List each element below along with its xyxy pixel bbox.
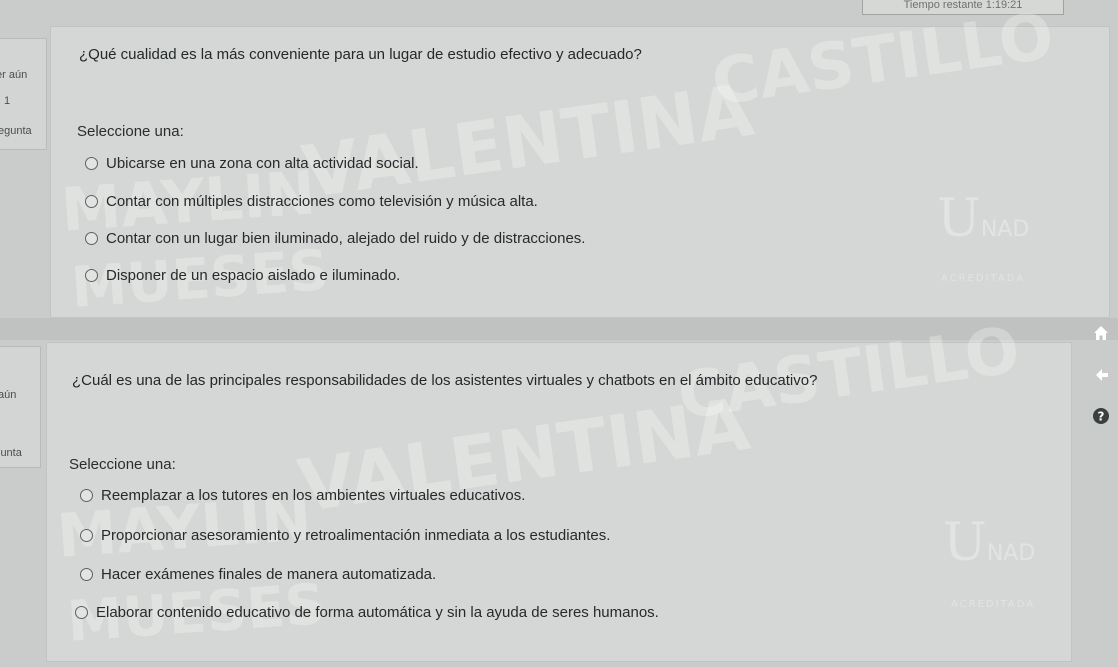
unad-logo: UNAD ACREDITADA — [937, 189, 1030, 284]
answer-option-label: Disponer de un espacio aislado e ilumina… — [106, 267, 401, 284]
answer-option[interactable]: Elaborar contenido educativo de forma au… — [75, 604, 659, 621]
question-label: egunta — [0, 125, 32, 137]
unad-logo: UNAD ACREDITADA — [943, 513, 1036, 610]
radio-button[interactable] — [85, 232, 98, 245]
radio-button[interactable] — [85, 269, 98, 282]
select-one-prompt: Seleccione una: — [77, 123, 184, 140]
question-text: ¿Cuál es una de las principales responsa… — [72, 372, 818, 389]
answer-option[interactable]: Proporcionar asesoramiento y retroalimen… — [80, 527, 610, 544]
svg-text:?: ? — [1098, 410, 1105, 424]
question-card-2: CASTILLO VALENTINA MAYLIN MUESES UNAD AC… — [46, 313, 1072, 662]
radio-button[interactable] — [80, 529, 93, 542]
question-separator — [0, 318, 1118, 340]
question-info-1: er aún 1 egunta — [0, 38, 47, 150]
select-one-prompt: Seleccione una: — [69, 456, 176, 473]
answer-option-label: Proporcionar asesoramiento y retroalimen… — [101, 527, 611, 544]
arrow-left-icon[interactable] — [1090, 364, 1112, 386]
radio-button[interactable] — [85, 157, 98, 170]
radio-button[interactable] — [80, 568, 93, 581]
answer-option-label: Elaborar contenido educativo de forma au… — [96, 604, 659, 621]
radio-button[interactable] — [80, 489, 93, 502]
radio-button[interactable] — [85, 195, 98, 208]
answer-option-label: Contar con múltiples distracciones como … — [106, 193, 538, 210]
answer-option-label: Contar con un lugar bien iluminado, alej… — [106, 230, 586, 247]
question-text: ¿Qué cualidad es la más conveniente para… — [79, 46, 642, 63]
question-number: 1 — [4, 95, 11, 107]
home-icon[interactable] — [1090, 322, 1112, 344]
watermark-line-2: VALENTINA — [293, 381, 755, 529]
help-icon[interactable]: ? — [1090, 405, 1112, 427]
answer-option[interactable]: Hacer exámenes finales de manera automat… — [80, 566, 436, 583]
answer-option-label: Reemplazar a los tutores en los ambiente… — [101, 487, 526, 504]
answer-option[interactable]: Disponer de un espacio aislado e ilumina… — [85, 267, 400, 284]
answer-option-label: Hacer exámenes finales de manera automat… — [101, 566, 437, 583]
time-remaining: Tiempo restante 1:19:21 — [862, 0, 1064, 15]
question-info-2: aún junta — [0, 346, 41, 468]
question-label: junta — [0, 447, 22, 459]
answer-option[interactable]: Reemplazar a los tutores en los ambiente… — [80, 487, 525, 504]
radio-button[interactable] — [75, 606, 88, 619]
question-card-1: CASTILLO VALENTINA MAYLIN MUESES UNAD AC… — [50, 0, 1110, 321]
question-status: er aún — [0, 69, 28, 81]
answer-option[interactable]: Ubicarse en una zona con alta actividad … — [85, 155, 419, 172]
answer-option-label: Ubicarse en una zona con alta actividad … — [106, 155, 419, 172]
question-status: aún — [0, 389, 17, 401]
answer-option[interactable]: Contar con un lugar bien iluminado, alej… — [85, 230, 585, 247]
answer-option[interactable]: Contar con múltiples distracciones como … — [85, 193, 538, 210]
watermark-line-1: CASTILLO — [707, 0, 1059, 121]
